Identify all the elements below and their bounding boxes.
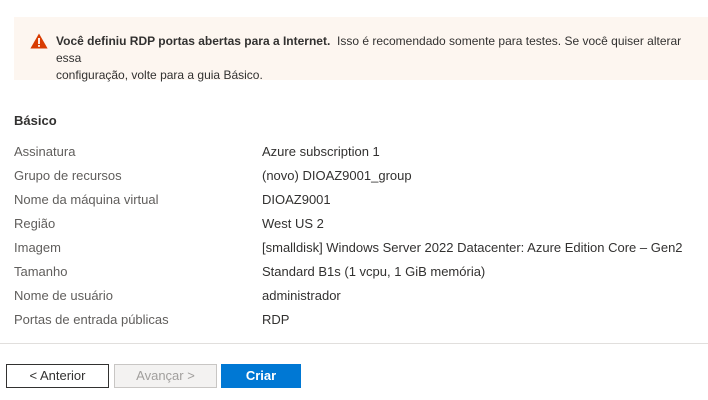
previous-button[interactable]: < Anterior	[6, 364, 109, 388]
summary-row-value: administrador	[262, 288, 341, 303]
summary-row-label: Imagem	[14, 240, 61, 255]
summary-row-assinatura: Assinatura Azure subscription 1	[14, 142, 704, 162]
summary-row-value: Azure subscription 1	[262, 144, 380, 159]
summary-row-value: DIOAZ9001	[262, 192, 331, 207]
summary-row-label: Grupo de recursos	[14, 168, 122, 183]
summary-row-value: (novo) DIOAZ9001_group	[262, 168, 412, 183]
warning-message: Você definiu RDP portas abertas para a I…	[56, 33, 706, 84]
summary-row-tamanho: Tamanho Standard B1s (1 vcpu, 1 GiB memó…	[14, 262, 704, 282]
warning-bold-text: Você definiu RDP portas abertas para a I…	[56, 34, 331, 48]
summary-row-label: Tamanho	[14, 264, 68, 279]
summary-row-value: West US 2	[262, 216, 324, 231]
summary-row-label: Nome de usuário	[14, 288, 113, 303]
summary-row-grupo-de-recursos: Grupo de recursos (novo) DIOAZ9001_group	[14, 166, 704, 186]
summary-row-value: [smalldisk] Windows Server 2022 Datacent…	[262, 240, 683, 255]
warning-text-line2: configuração, volte para a guia Básico.	[56, 68, 263, 82]
summary-row-nome-de-usuario: Nome de usuário administrador	[14, 286, 704, 306]
summary-row-label: Portas de entrada públicas	[14, 312, 169, 327]
footer-divider	[0, 343, 708, 344]
next-button[interactable]: Avançar >	[114, 364, 217, 388]
summary-row-regiao: Região West US 2	[14, 214, 704, 234]
summary-row-imagem: Imagem [smalldisk] Windows Server 2022 D…	[14, 238, 704, 258]
rdp-warning-banner: Você definiu RDP portas abertas para a I…	[14, 17, 708, 82]
review-create-page: Você definiu RDP portas abertas para a I…	[0, 0, 708, 400]
summary-row-portas-de-entrada: Portas de entrada públicas RDP	[14, 310, 704, 330]
summary-row-label: Nome da máquina virtual	[14, 192, 159, 207]
summary-row-label: Região	[14, 216, 56, 231]
summary-row-label: Assinatura	[14, 144, 76, 159]
summary-row-value: RDP	[262, 312, 290, 327]
warning-triangle-icon	[30, 33, 48, 49]
create-button[interactable]: Criar	[221, 364, 301, 388]
section-title-basico: Básico	[14, 113, 57, 128]
summary-row-nome-vm: Nome da máquina virtual DIOAZ9001	[14, 190, 704, 210]
summary-row-value: Standard B1s (1 vcpu, 1 GiB memória)	[262, 264, 486, 279]
